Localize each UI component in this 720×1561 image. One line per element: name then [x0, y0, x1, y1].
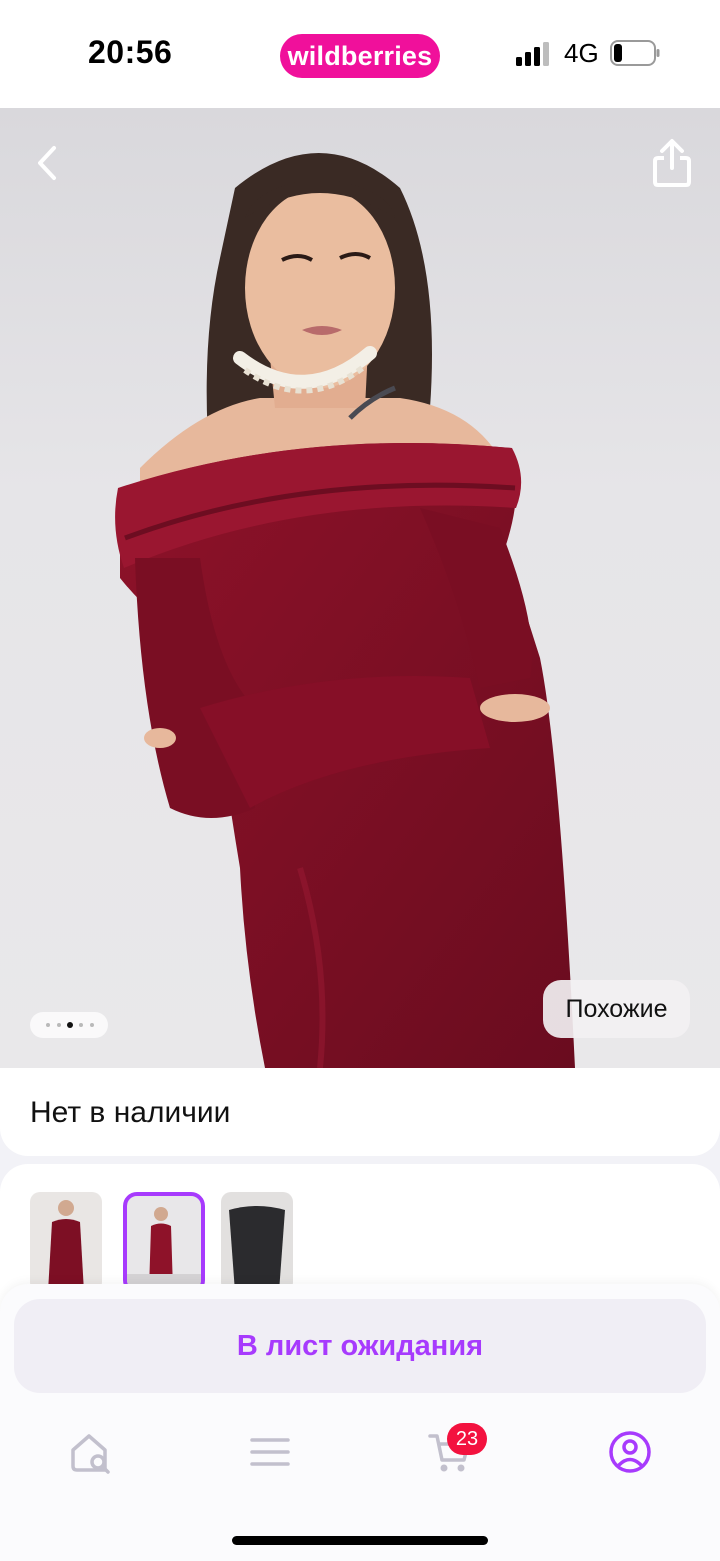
- home-indicator: [232, 1536, 488, 1545]
- thumbnail-3[interactable]: [221, 1192, 293, 1292]
- pagination-dot: [90, 1023, 94, 1027]
- thumbnail-2-selected[interactable]: [123, 1192, 205, 1294]
- profile-icon[interactable]: [608, 1430, 652, 1474]
- pagination-dot: [57, 1023, 61, 1027]
- availability-status: Нет в наличии: [30, 1096, 231, 1129]
- thumbnail-image: [229, 1206, 285, 1292]
- pagination-dot: [46, 1023, 50, 1027]
- similar-button[interactable]: Похожие: [543, 980, 690, 1038]
- status-bar: 20:56 wildberries 4G: [0, 0, 720, 108]
- status-time: 20:56: [88, 34, 173, 70]
- thumbnail-1[interactable]: [30, 1192, 102, 1292]
- battery-icon: [610, 40, 660, 66]
- image-pagination: [30, 1012, 108, 1038]
- product-image-gallery[interactable]: Похожие: [0, 108, 720, 1068]
- home-search-icon[interactable]: [69, 1430, 113, 1474]
- thumbnail-image: [127, 1207, 201, 1290]
- signal-icon: [516, 42, 549, 66]
- pagination-dot: [79, 1023, 83, 1027]
- brand-logo: wildberries: [280, 34, 440, 78]
- thumbnail-image: [48, 1200, 84, 1292]
- menu-icon[interactable]: [248, 1430, 292, 1474]
- network-type: 4G: [564, 38, 599, 68]
- pagination-dot-active: [67, 1022, 73, 1028]
- bottom-action-panel: В лист ожидания 23: [0, 1284, 720, 1561]
- waitlist-button[interactable]: В лист ожидания: [14, 1299, 706, 1393]
- cart-count-badge: 23: [447, 1423, 487, 1455]
- back-icon[interactable]: [28, 140, 68, 186]
- availability-card: Нет в наличии: [0, 1068, 720, 1156]
- share-icon[interactable]: [650, 138, 694, 188]
- product-photo: [115, 153, 575, 1068]
